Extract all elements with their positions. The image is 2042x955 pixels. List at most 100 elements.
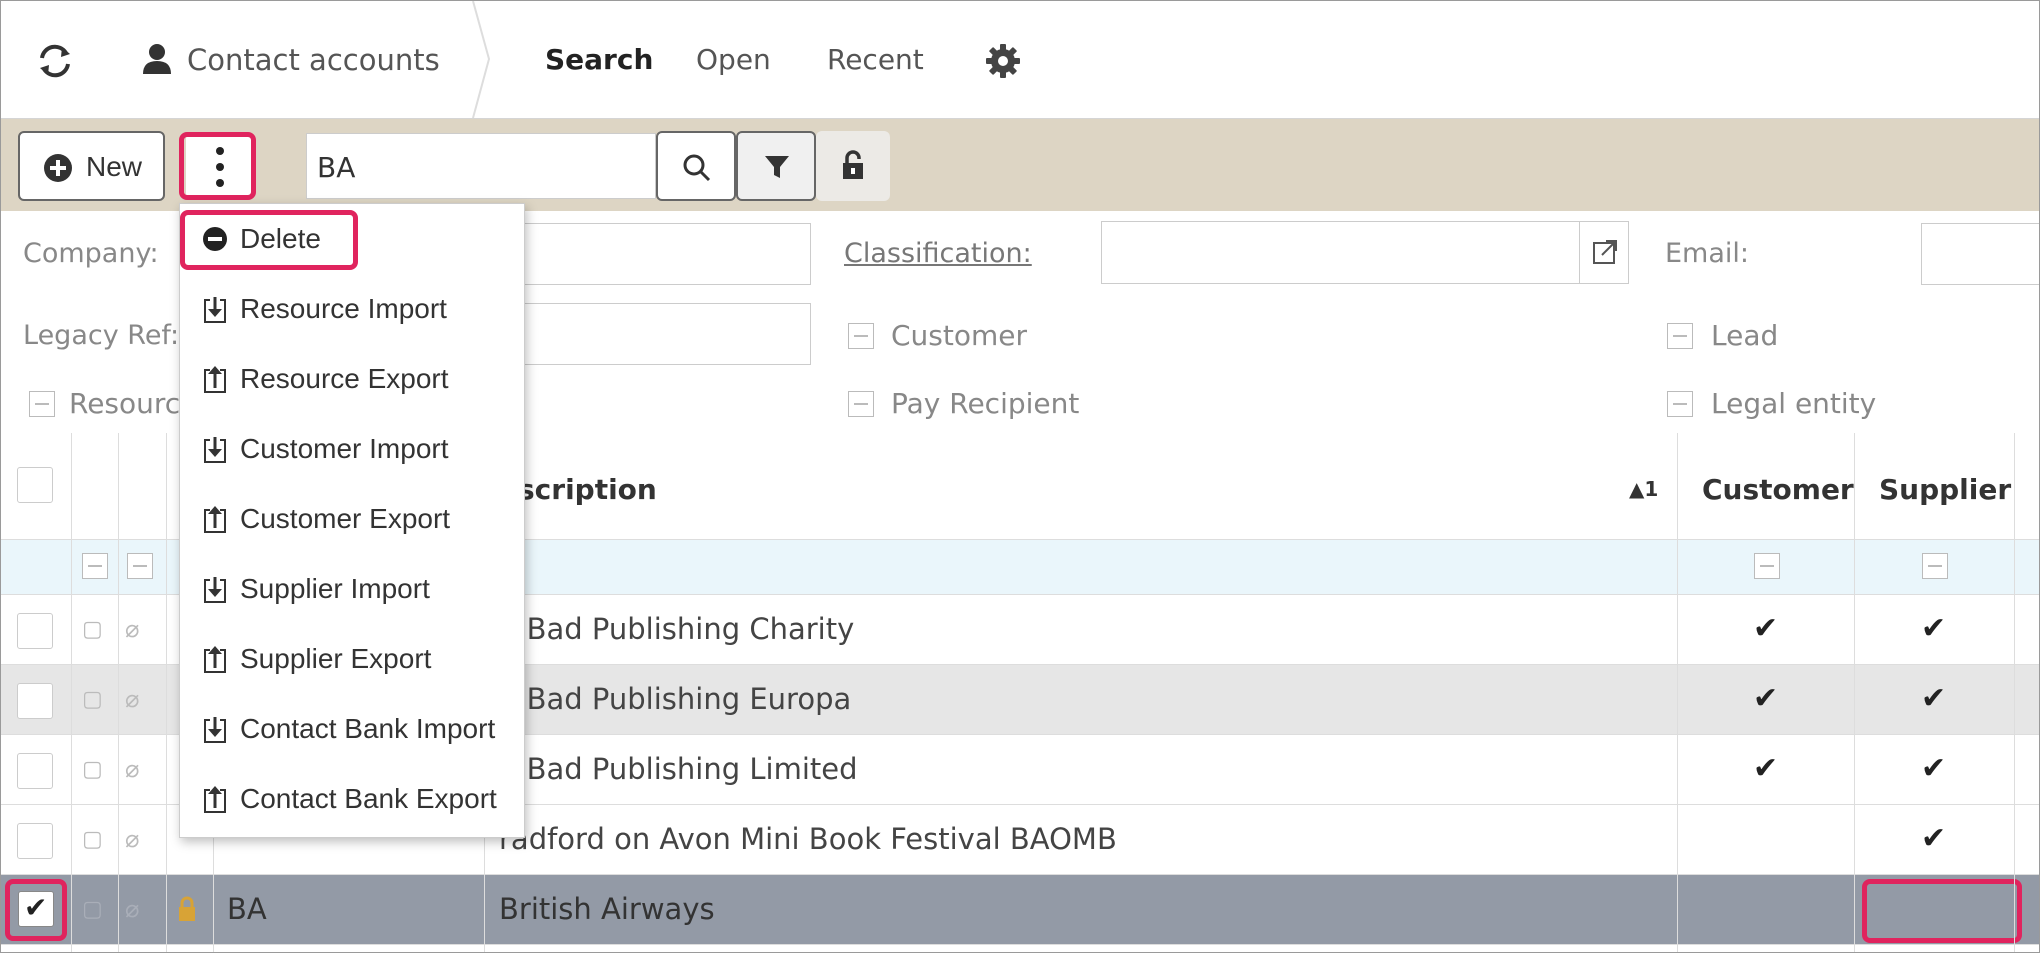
row-description: radford on Avon Mini Book Festival BAOMB — [499, 822, 1117, 856]
comment-icon[interactable]: ▢ — [82, 827, 103, 852]
attachment-icon[interactable]: ⌀ — [125, 825, 139, 853]
new-button-label: New — [86, 151, 143, 182]
comment-icon[interactable]: ▢ — [82, 687, 103, 712]
tab-recent[interactable]: Recent — [827, 43, 924, 76]
supplier-check-icon: ✔ — [1921, 821, 1947, 856]
column-divider — [1854, 433, 1855, 952]
attachment-icon[interactable]: ⌀ — [125, 685, 139, 713]
supplier-check-icon: ✔ — [1921, 681, 1947, 716]
menu-item-label: Supplier Import — [240, 573, 430, 604]
customer-check-icon: ✔ — [1753, 611, 1779, 646]
more-actions-menu: Delete Resource Import Resource Export C… — [179, 203, 525, 838]
company-input[interactable] — [501, 223, 811, 285]
attachment-filter-checkbox[interactable] — [127, 553, 153, 579]
import-icon — [204, 297, 226, 323]
tab-search[interactable]: Search — [545, 43, 653, 76]
supplier-filter-checkbox[interactable] — [1922, 553, 1948, 579]
comment-icon[interactable]: ▢ — [82, 757, 103, 782]
export-icon — [204, 646, 226, 673]
sort-indicator: ▲1 — [1629, 477, 1659, 501]
export-icon — [204, 366, 226, 393]
menu-item-label: Contact Bank Import — [240, 713, 496, 744]
filter-button[interactable] — [736, 131, 816, 201]
menu-item-label: Customer Import — [240, 433, 449, 464]
menu-item-customer-import[interactable]: Customer Import — [202, 424, 449, 474]
menu-item-contact-bank-import[interactable]: Contact Bank Import — [202, 704, 495, 754]
module-title[interactable]: Contact accounts — [187, 43, 440, 77]
row-checkbox-highlight — [5, 879, 67, 941]
classification-input[interactable] — [1101, 221, 1629, 284]
external-link-icon — [1593, 240, 1617, 264]
lead-checkbox[interactable] — [1667, 323, 1693, 349]
attachment-icon[interactable]: ⌀ — [125, 755, 139, 783]
unlock-icon — [843, 150, 863, 179]
tab-open[interactable]: Open — [696, 43, 771, 76]
customer-check-icon: ✔ — [1753, 681, 1779, 716]
column-divider — [166, 433, 167, 952]
column-divider — [1677, 433, 1678, 952]
menu-item-resource-export[interactable]: Resource Export — [202, 354, 449, 404]
row-checkbox[interactable] — [17, 753, 53, 789]
menu-item-label: Resource Export — [240, 363, 449, 394]
gear-icon[interactable] — [985, 43, 1021, 79]
row-checkbox[interactable] — [17, 613, 53, 649]
menu-item-supplier-export[interactable]: Supplier Export — [202, 634, 431, 684]
row-description: British Airways — [499, 892, 715, 926]
customer-filter-label: Customer — [891, 319, 1028, 352]
customer-check-icon: ✔ — [1753, 751, 1779, 786]
plus-circle-icon — [44, 154, 72, 182]
supplier-cell-highlight — [1862, 879, 2022, 943]
menu-item-label: Resource Import — [240, 293, 447, 324]
pay-recipient-label: Pay Recipient — [891, 387, 1080, 420]
filter-icon — [765, 156, 789, 178]
menu-item-supplier-import[interactable]: Supplier Import — [202, 564, 430, 614]
header-bar: Contact accounts Search Open Recent — [1, 1, 2039, 119]
email-label: Email: — [1665, 238, 1750, 269]
lock-button[interactable] — [816, 131, 890, 201]
customer-column-header[interactable]: Customer — [1702, 473, 1854, 506]
refresh-icon[interactable] — [35, 41, 75, 81]
row-description: g Bad Publishing Limited — [499, 752, 858, 786]
import-icon — [204, 437, 226, 463]
menu-item-contact-bank-export[interactable]: Contact Bank Export — [202, 774, 497, 824]
comment-icon[interactable]: ▢ — [82, 897, 103, 922]
legal-entity-checkbox[interactable] — [1667, 391, 1693, 417]
delete-highlight — [180, 210, 358, 270]
search-input[interactable]: BA — [306, 133, 656, 199]
open-lookup-button[interactable] — [1579, 222, 1628, 283]
row-checkbox[interactable] — [17, 683, 53, 719]
company-label: Company: — [23, 238, 159, 269]
import-icon — [204, 577, 226, 603]
legacy-ref-label: Legacy Ref: — [23, 320, 180, 351]
row-description: g Bad Publishing Europa — [499, 682, 852, 716]
pay-recipient-checkbox[interactable] — [848, 391, 874, 417]
search-button[interactable] — [656, 131, 736, 201]
email-input[interactable] — [1921, 223, 2039, 285]
customer-filter-checkbox[interactable] — [1754, 553, 1780, 579]
attachment-icon[interactable]: ⌀ — [125, 895, 139, 923]
resource-checkbox[interactable] — [29, 391, 55, 417]
classification-link[interactable]: Classification: — [844, 238, 1032, 269]
column-divider — [2014, 433, 2015, 952]
new-button[interactable]: New — [18, 131, 165, 201]
menu-item-customer-export[interactable]: Customer Export — [202, 494, 450, 544]
attachment-icon[interactable]: ⌀ — [125, 615, 139, 643]
person-icon — [143, 44, 171, 74]
menu-item-resource-import[interactable]: Resource Import — [202, 284, 447, 334]
menu-item-label: Supplier Export — [240, 643, 432, 674]
customer-checkbox[interactable] — [848, 323, 874, 349]
table-row-partial — [1, 945, 2039, 952]
import-icon — [204, 717, 226, 743]
supplier-column-header[interactable]: Supplier — [1879, 473, 2011, 506]
comment-icon[interactable]: ▢ — [82, 617, 103, 642]
table-row-selected[interactable]: ✔ ▢ ⌀ BA British Airways — [1, 875, 2039, 945]
menu-item-label: Contact Bank Export — [240, 783, 497, 814]
lead-label: Lead — [1711, 319, 1779, 352]
legacy-ref-input[interactable] — [501, 303, 811, 365]
search-input-value: BA — [317, 151, 356, 184]
row-code: BA — [227, 892, 267, 926]
select-all-checkbox[interactable] — [17, 467, 53, 503]
row-checkbox[interactable] — [17, 823, 53, 859]
comment-filter-checkbox[interactable] — [82, 553, 108, 579]
export-icon — [204, 786, 226, 813]
